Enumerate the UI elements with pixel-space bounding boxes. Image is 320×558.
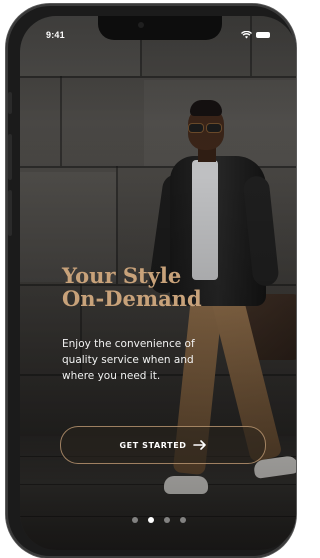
volume-down-button [8, 190, 12, 236]
title-line-2: On-Demand [62, 286, 202, 311]
volume-up-button [8, 134, 12, 180]
page-dot[interactable] [180, 517, 186, 523]
phone-frame: 9:41 Your Style On-Demand Enjoy the conv… [6, 4, 296, 558]
battery-icon [256, 32, 270, 38]
page-title: Your Style On-Demand [62, 264, 202, 310]
status-time: 9:41 [46, 30, 65, 40]
page-dot[interactable] [164, 517, 170, 523]
arrow-right-icon [192, 440, 207, 450]
get-started-label: GET STARTED [119, 440, 187, 450]
title-line-1: Your Style [62, 263, 182, 288]
notch [98, 16, 222, 40]
subtitle: Enjoy the convenience of quality service… [62, 338, 195, 382]
onboarding-screen: 9:41 Your Style On-Demand Enjoy the conv… [20, 16, 296, 550]
wifi-icon [241, 31, 252, 39]
mute-switch [8, 92, 12, 114]
page-indicator [132, 517, 186, 523]
page-dot[interactable] [132, 517, 138, 523]
page-dot-active[interactable] [148, 517, 154, 523]
status-icons [241, 31, 270, 39]
get-started-button[interactable]: GET STARTED [60, 426, 266, 464]
